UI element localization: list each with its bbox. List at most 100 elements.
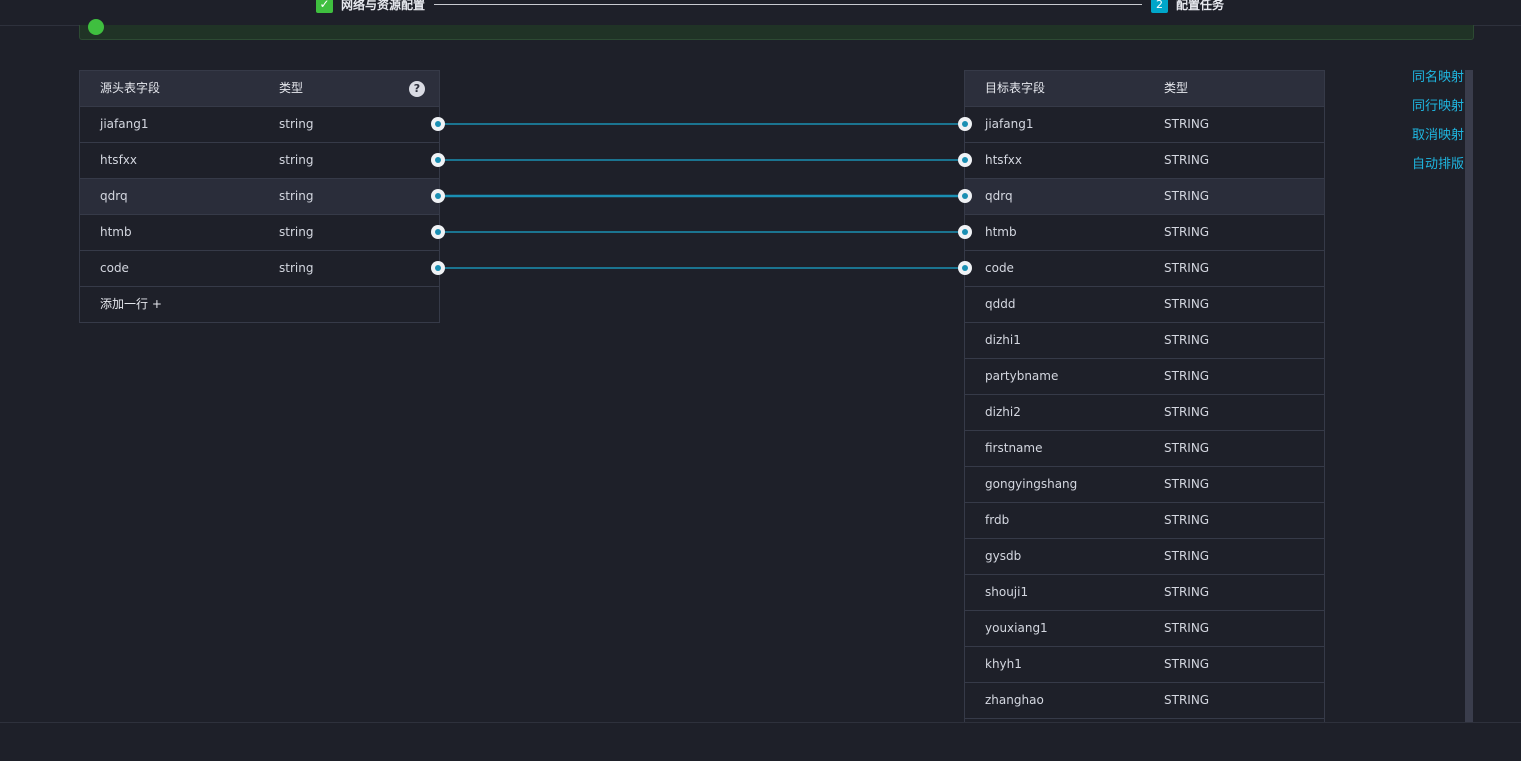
target-field-name: htmb [985,225,1017,239]
source-field-name: jiafang1 [100,117,149,131]
source-field-type: string [279,261,314,275]
source-row[interactable]: qdrq string [80,179,439,215]
source-anchor-dot[interactable] [431,189,445,203]
target-row[interactable]: shouji1 STRING [965,575,1324,611]
target-field-name: code [985,261,1014,275]
source-row[interactable]: code string [80,251,439,287]
cancel-mapping-link[interactable]: 取消映射 [1412,127,1464,156]
same-row-mapping-link[interactable]: 同行映射 [1412,98,1464,127]
success-notice [79,19,1474,40]
source-anchor-dot[interactable] [431,261,445,275]
target-field-type: STRING [1164,333,1210,347]
target-table-header: 目标表字段 类型 [965,71,1324,107]
footer-bar [0,722,1521,761]
source-anchor-dot[interactable] [431,225,445,239]
target-field-name: frdb [985,513,1010,527]
add-row-button[interactable]: 添加一行 + [80,287,439,322]
target-row[interactable]: dizhi1 STRING [965,323,1324,359]
target-row[interactable]: gysdb STRING [965,539,1324,575]
target-field-type: STRING [1164,189,1210,203]
target-row[interactable]: code STRING [965,251,1324,287]
target-field-name: dizhi1 [985,333,1021,347]
steps-bar: ✓ 网络与资源配置 2 配置任务 [0,0,1521,26]
target-row[interactable]: qdrq STRING [965,179,1324,215]
target-anchor-dot[interactable] [958,153,972,167]
source-row[interactable]: htmb string [80,215,439,251]
target-field-header: 目标表字段 [985,81,1046,95]
auto-layout-link[interactable]: 自动排版 [1412,156,1464,185]
target-field-type: STRING [1164,261,1210,275]
step-2-number: 2 [1151,0,1168,13]
source-field-table: 源头表字段 类型 ? jiafang1 string htsfxx string… [79,70,440,323]
target-field-type: STRING [1164,513,1210,527]
target-anchor-dot[interactable] [958,225,972,239]
source-field-header: 源头表字段 [100,81,161,95]
step-1-label[interactable]: 网络与资源配置 [341,0,425,14]
target-field-type: STRING [1164,117,1210,131]
source-field-name: htsfxx [100,153,137,167]
source-field-name: qdrq [100,189,128,203]
target-row[interactable]: zhanghao STRING [965,683,1324,719]
scrollbar[interactable] [1465,70,1473,722]
target-field-type: STRING [1164,405,1210,419]
source-anchor-dot[interactable] [431,117,445,131]
target-field-name: htsfxx [985,153,1022,167]
source-table-header: 源头表字段 类型 ? [80,71,439,107]
target-field-type: STRING [1164,657,1210,671]
target-field-name: youxiang1 [985,621,1048,635]
target-field-type: STRING [1164,225,1210,239]
source-field-type: string [279,225,314,239]
source-row[interactable]: jiafang1 string [80,107,439,143]
target-field-type: STRING [1164,693,1210,707]
target-field-name: khyh1 [985,657,1022,671]
target-row[interactable]: htmb STRING [965,215,1324,251]
target-row[interactable]: youxiang1 STRING [965,611,1324,647]
target-field-table: 目标表字段 类型 jiafang1 STRING htsfxx STRING qdr… [964,70,1325,723]
target-row[interactable]: qddd STRING [965,287,1324,323]
target-row[interactable]: firstname STRING [965,431,1324,467]
same-name-mapping-link[interactable]: 同名映射 [1412,69,1464,98]
target-field-name: gongyingshang [985,477,1078,491]
check-icon: ✓ [316,0,333,13]
source-field-type: string [279,153,314,167]
target-field-type: STRING [1164,297,1210,311]
target-field-type: STRING [1164,549,1210,563]
source-type-header: 类型 [279,81,304,95]
mapping-actions: 同名映射 同行映射 取消映射 自动排版 [1412,69,1464,185]
target-row[interactable]: dizhi2 STRING [965,395,1324,431]
source-field-name: code [100,261,129,275]
step-divider [434,4,1142,5]
target-field-name: jiafang1 [985,117,1034,131]
target-row[interactable]: partybname STRING [965,359,1324,395]
target-field-type: STRING [1164,369,1210,383]
target-field-type: STRING [1164,621,1210,635]
target-field-name: partybname [985,369,1059,383]
source-row[interactable]: htsfxx string [80,143,439,179]
add-row-label: 添加一行 + [100,297,162,311]
target-row[interactable]: khyh1 STRING [965,647,1324,683]
target-field-name: qdrq [985,189,1013,203]
target-type-header: 类型 [1164,81,1189,95]
target-anchor-dot[interactable] [958,261,972,275]
target-row[interactable]: frdb STRING [965,503,1324,539]
source-field-name: htmb [100,225,132,239]
target-field-type: STRING [1164,585,1210,599]
target-field-name: shouji1 [985,585,1029,599]
success-icon [88,19,104,35]
target-field-name: qddd [985,297,1016,311]
target-row[interactable]: htsfxx STRING [965,143,1324,179]
target-field-type: STRING [1164,441,1210,455]
target-field-name: firstname [985,441,1043,455]
source-anchor-dot[interactable] [431,153,445,167]
target-field-type: STRING [1164,153,1210,167]
help-icon[interactable]: ? [409,81,425,97]
source-field-type: string [279,117,314,131]
target-field-name: gysdb [985,549,1022,563]
target-row[interactable]: gongyingshang STRING [965,467,1324,503]
target-field-name: dizhi2 [985,405,1021,419]
target-anchor-dot[interactable] [958,189,972,203]
target-anchor-dot[interactable] [958,117,972,131]
target-row[interactable]: jiafang1 STRING [965,107,1324,143]
step-2-label[interactable]: 配置任务 [1176,0,1224,14]
source-field-type: string [279,189,314,203]
